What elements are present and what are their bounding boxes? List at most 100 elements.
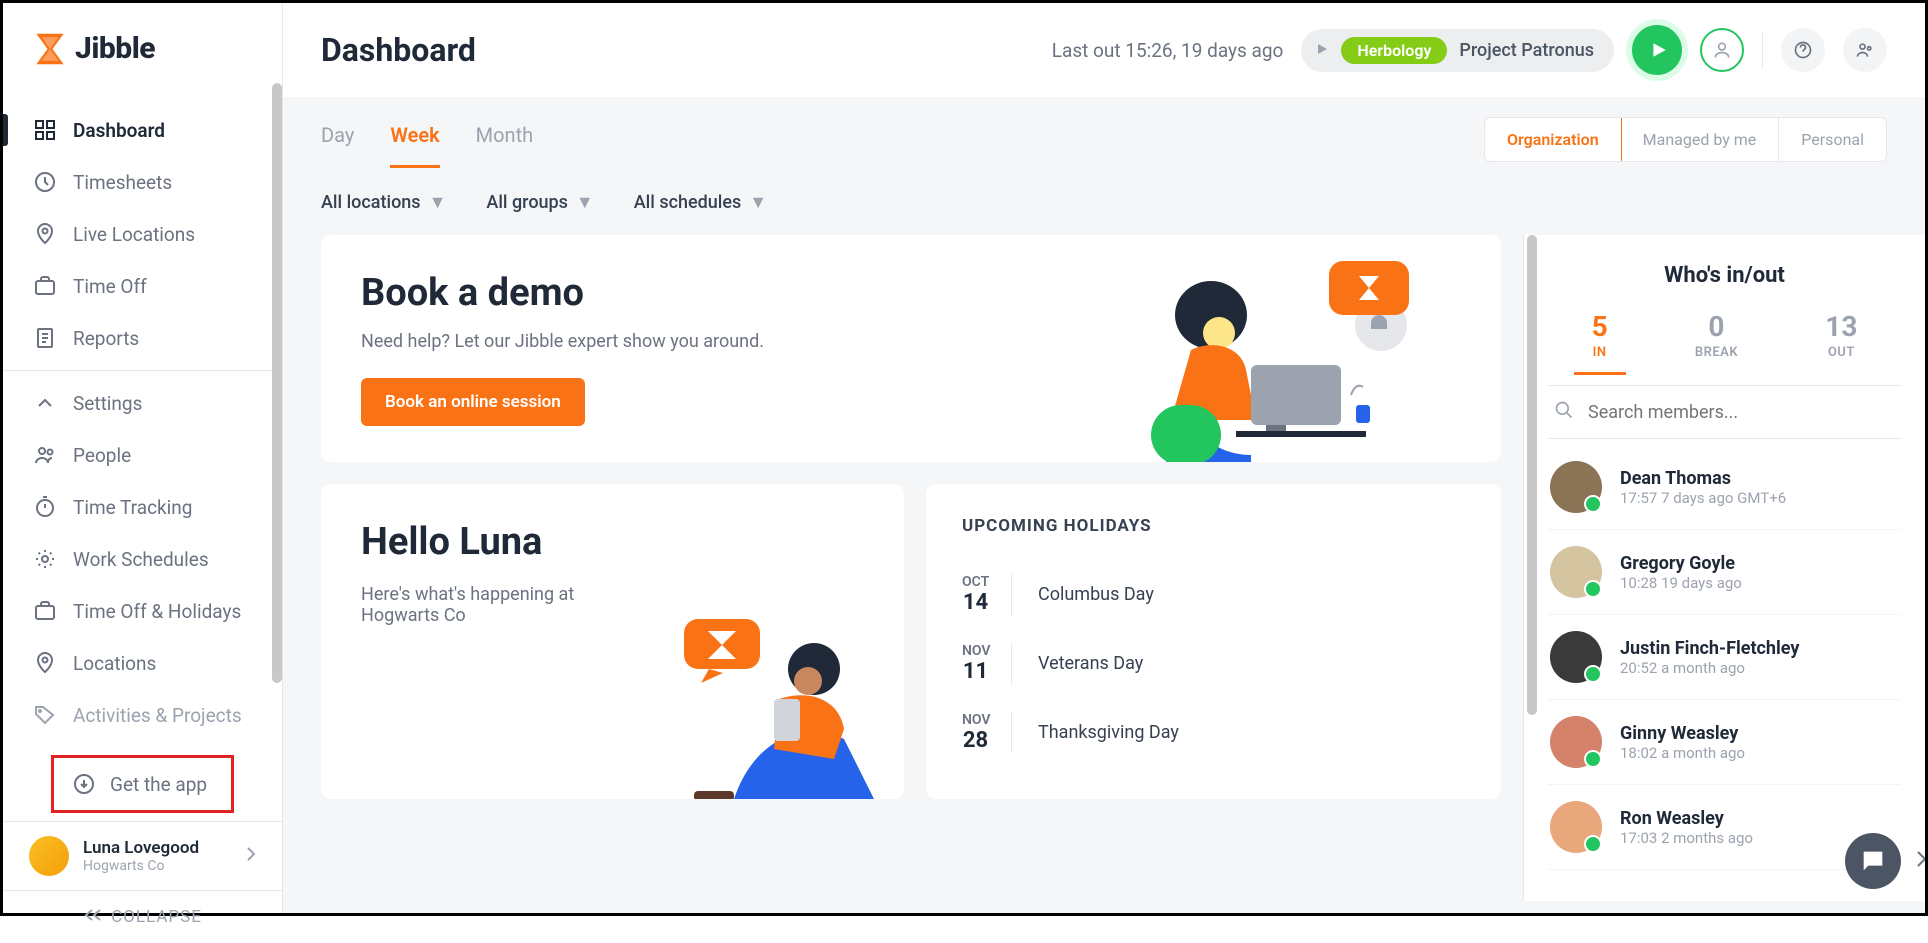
chat-widget[interactable]	[1845, 833, 1901, 889]
holiday-name: Veterans Day	[1038, 653, 1143, 674]
help-button[interactable]	[1781, 28, 1825, 72]
user-org: Hogwarts Co	[83, 858, 232, 874]
member-name: Gregory Goyle	[1620, 553, 1742, 574]
member-time: 17:57 7 days ago GMT+6	[1620, 489, 1786, 507]
book-demo-card: Book a demo Need help? Let our Jibble ex…	[321, 235, 1501, 462]
filter-groups[interactable]: All groups▼	[486, 192, 593, 213]
last-out-text: Last out 15:26, 19 days ago	[1052, 39, 1284, 62]
get-the-app-button[interactable]: Get the app	[51, 755, 234, 813]
caret-down-icon: ▼	[749, 192, 767, 213]
member-avatar	[1550, 716, 1602, 768]
hello-card: Hello Luna Here's what's happening at Ho…	[321, 484, 904, 799]
tabs-row: Day Week Month Organization Managed by m…	[283, 97, 1925, 174]
holiday-row: OCT14Columbus Day	[962, 560, 1465, 629]
filter-locations[interactable]: All locations▼	[321, 192, 446, 213]
sidebar-item-time-off-holidays[interactable]: Time Off & Holidays	[3, 585, 282, 637]
schedule-icon	[33, 547, 57, 571]
search-input[interactable]	[1588, 402, 1895, 423]
holiday-date: NOV28	[962, 712, 1012, 753]
tab-week[interactable]: Week	[390, 123, 439, 168]
dashboard-icon	[33, 118, 57, 142]
nav-label: Time Off & Holidays	[73, 600, 241, 623]
book-session-button[interactable]: Book an online session	[361, 378, 585, 426]
nav-label: Activities & Projects	[73, 704, 242, 727]
sidebar-item-timesheets[interactable]: Timesheets	[3, 156, 282, 208]
search-icon	[1554, 400, 1574, 424]
tab-day[interactable]: Day	[321, 123, 354, 168]
profile-button[interactable]	[1700, 28, 1744, 72]
jibble-logo-icon	[33, 32, 67, 66]
nav-label: Dashboard	[73, 119, 165, 142]
user-avatar	[29, 836, 69, 876]
nav-label: Work Schedules	[73, 548, 209, 571]
sidebar-user-row[interactable]: Luna Lovegood Hogwarts Co	[3, 821, 282, 890]
stat-in[interactable]: 5 IN	[1574, 310, 1626, 375]
sidebar-item-settings[interactable]: Settings	[3, 377, 282, 429]
member-name: Dean Thomas	[1620, 468, 1786, 489]
sidebar-item-work-schedules[interactable]: Work Schedules	[3, 533, 282, 585]
member-time: 10:28 19 days ago	[1620, 574, 1742, 592]
hello-title: Hello Luna	[361, 520, 864, 564]
holiday-row: NOV11Veterans Day	[962, 629, 1465, 698]
project-pill[interactable]: Herbology Project Patronus	[1301, 29, 1614, 72]
view-personal[interactable]: Personal	[1779, 118, 1886, 161]
nav-label: Time Off	[73, 275, 147, 298]
member-name: Ron Weasley	[1620, 808, 1753, 829]
content-scrollbar[interactable]	[1527, 235, 1537, 715]
member-time: 17:03 2 months ago	[1620, 829, 1753, 847]
clock-icon	[33, 170, 57, 194]
member-avatar	[1550, 546, 1602, 598]
member-name: Ginny Weasley	[1620, 723, 1745, 744]
tab-month[interactable]: Month	[476, 123, 533, 168]
sidebar-item-live-locations[interactable]: Live Locations	[3, 208, 282, 260]
view-managed[interactable]: Managed by me	[1621, 118, 1780, 161]
clock-in-button[interactable]	[1632, 25, 1682, 75]
sidebar-item-locations[interactable]: Locations	[3, 637, 282, 689]
nav-label: Locations	[73, 652, 156, 675]
member-avatar	[1550, 461, 1602, 513]
who-stats: 5 IN 0 BREAK 13 OUT	[1548, 310, 1901, 375]
sidebar: Jibble Dashboard Timesheets Live Locatio…	[3, 3, 283, 913]
main: Dashboard Last out 15:26, 19 days ago He…	[283, 3, 1925, 913]
demo-illustration	[1101, 265, 1441, 462]
member-name: Justin Finch-Fletchley	[1620, 638, 1799, 659]
view-organization[interactable]: Organization	[1484, 117, 1622, 162]
view-toggle: Organization Managed by me Personal	[1484, 117, 1887, 162]
filter-schedules[interactable]: All schedules▼	[634, 192, 767, 213]
collapse-button[interactable]: COLLAPSE	[3, 890, 282, 943]
sidebar-item-activities-projects[interactable]: Activities & Projects	[3, 689, 282, 741]
sidebar-item-people[interactable]: People	[3, 429, 282, 481]
user-name: Luna Lovegood	[83, 838, 232, 858]
nav-label: Reports	[73, 327, 139, 350]
sidebar-item-time-tracking[interactable]: Time Tracking	[3, 481, 282, 533]
sidebar-item-reports[interactable]: Reports	[3, 312, 282, 364]
member-row[interactable]: Justin Finch-Fletchley20:52 a month ago	[1548, 615, 1901, 700]
page-title: Dashboard	[321, 31, 476, 69]
chevron-up-icon	[33, 391, 57, 415]
stat-out[interactable]: 13 OUT	[1807, 310, 1875, 375]
holidays-heading: UPCOMING HOLIDAYS	[962, 516, 1465, 536]
suitcase-icon	[33, 274, 57, 298]
chevron-right-icon	[246, 846, 256, 866]
chevron-right-icon[interactable]	[1915, 849, 1925, 869]
logo[interactable]: Jibble	[3, 3, 282, 98]
stopwatch-icon	[33, 495, 57, 519]
nav-label: Time Tracking	[73, 496, 192, 519]
suitcase-icon	[33, 599, 57, 623]
member-row[interactable]: Gregory Goyle10:28 19 days ago	[1548, 530, 1901, 615]
member-time: 20:52 a month ago	[1620, 659, 1799, 677]
report-icon	[33, 326, 57, 350]
sidebar-item-dashboard[interactable]: Dashboard	[3, 104, 282, 156]
user-info: Luna Lovegood Hogwarts Co	[83, 838, 232, 874]
project-name: Project Patronus	[1459, 40, 1594, 61]
member-row[interactable]: Dean Thomas17:57 7 days ago GMT+6	[1548, 445, 1901, 530]
holiday-name: Thanksgiving Day	[1038, 722, 1179, 743]
member-row[interactable]: Ginny Weasley18:02 a month ago	[1548, 700, 1901, 785]
hello-illustration	[674, 609, 904, 799]
stat-break[interactable]: 0 BREAK	[1677, 310, 1756, 375]
get-app-label: Get the app	[110, 773, 207, 796]
nav-label: People	[73, 444, 131, 467]
sidebar-item-time-off[interactable]: Time Off	[3, 260, 282, 312]
org-button[interactable]	[1843, 28, 1887, 72]
chevron-double-left-icon	[83, 907, 103, 927]
